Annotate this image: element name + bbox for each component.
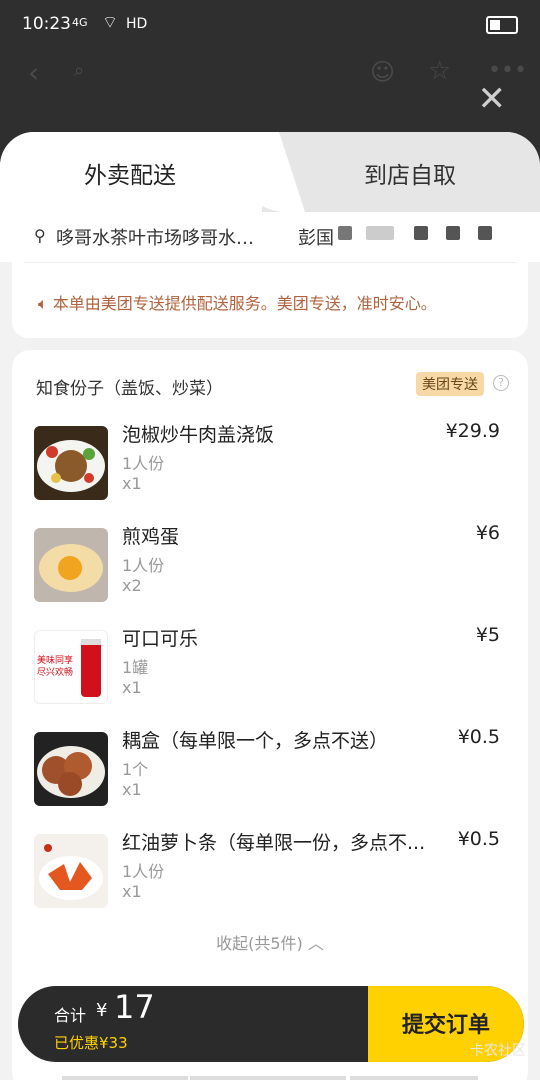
network-label: HD [126,16,148,32]
redacted-mark [366,226,394,240]
close-icon[interactable]: ✕ [478,82,507,116]
item-qty: 1人份 [122,862,165,881]
watermark: 卡农社区 [470,1043,526,1059]
list-item: 美味同享 尽兴欢畅 可口可乐 1罐 x1 ¥5 [34,624,514,720]
nav-indicator [350,1076,478,1080]
recipient-name: 彭国 [298,228,334,249]
item-price: ¥6 [475,522,500,544]
list-item: 煎鸡蛋 1人份 x2 ¥6 [34,522,514,618]
chevron-up-icon: ︿ [307,934,324,953]
redacted-mark [478,226,492,240]
notice-label: 本单由美团专送提供配送服务。美团专送，准时安心。 [52,294,437,313]
help-icon[interactable]: ? [493,375,509,391]
tabs: 外卖配送 到店自取 [0,132,540,212]
checkout-bar: 合计 ¥ 17 已优惠¥33 提交订单 [18,986,524,1062]
nav-indicator [190,1076,346,1080]
food-image [34,732,108,806]
address-row[interactable]: ⚲ 哆哥水茶叶市场哆哥水… 彭国 [0,212,540,262]
star-icon[interactable]: ☆ [428,56,451,86]
item-name: 红油萝卜条（每单限一份，多点不... [122,832,426,854]
list-item: 耦盒（每单限一个，多点不送） 1个 x1 ¥0.5 [34,726,514,822]
battery-icon [486,16,518,34]
signal-icon: 4G [72,16,88,29]
item-qty: 1罐 [122,658,149,677]
item-qty: 1人份 [122,454,165,473]
status-bar: 10:23 4G ⌔ HD [0,0,540,52]
total-value: 17 [114,988,155,1026]
wifi-icon: ⌔ [102,13,118,33]
list-item: 红油萝卜条（每单限一份，多点不... 1人份 x1 ¥0.5 [34,828,514,924]
item-count: x1 [122,474,142,493]
speaker-icon: 🔈︎ [38,294,53,313]
item-price: ¥0.5 [457,828,500,850]
item-price: ¥0.5 [457,726,500,748]
item-count: x2 [122,576,142,595]
search-icon[interactable]: ⌕ [74,60,84,81]
item-name: 可口可乐 [122,628,199,650]
collapse-toggle[interactable]: 收起(共5件) ︿ [12,930,528,954]
discount-text: 已优惠¥33 [54,1034,128,1052]
redacted-mark [338,226,352,240]
item-qty: 1个 [122,760,149,779]
item-qty: 1人份 [122,556,165,575]
food-image [34,528,108,602]
back-arrow-icon[interactable]: ‹ [28,56,39,89]
chat-icon[interactable]: ☺ [370,58,395,86]
address-text: 哆哥水茶叶市场哆哥水… [56,228,254,249]
tab-pickup[interactable]: 到店自取 [280,156,540,190]
location-pin-icon: ⚲ [34,226,46,245]
redacted-mark [414,226,428,240]
status-time: 10:23 [22,14,71,34]
list-item: 泡椒炒牛肉盖浇饭 1人份 x1 ¥29.9 [34,420,514,516]
item-count: x1 [122,678,142,697]
food-image [34,426,108,500]
order-card: 知食份子（盖饭、炒菜） 美团专送 ? 泡椒炒牛肉盖浇饭 1人份 x1 ¥29.9 [12,350,528,1080]
item-price: ¥5 [475,624,500,646]
divider [24,262,516,263]
tab-delivery[interactable]: 外卖配送 [0,156,260,190]
collapse-label: 收起(共5件) [216,934,303,953]
food-image [34,834,108,908]
item-name: 煎鸡蛋 [122,526,180,548]
shop-name: 知食份子（盖饭、炒菜） [36,379,223,399]
item-name: 泡椒炒牛肉盖浇饭 [122,424,275,446]
item-price: ¥29.9 [445,420,500,442]
order-sheet: 外卖配送 到店自取 ⚲ 哆哥水茶叶市场哆哥水… 彭国 🔈︎ 本单由美团专送提供配… [0,132,540,1080]
redacted-mark [446,226,460,240]
currency-symbol: ¥ [96,1000,108,1021]
item-count: x1 [122,882,142,901]
food-image: 美味同享 尽兴欢畅 [34,630,108,704]
notice-text: 🔈︎ 本单由美团专送提供配送服务。美团专送，准时安心。 [38,290,437,314]
item-count: x1 [122,780,142,799]
total-label: 合计 [54,1006,87,1025]
dimmed-app-header: ‹ ⌕ ☺ ☆ ••• [0,52,540,98]
notice-card: 🔈︎ 本单由美团专送提供配送服务。美团专送，准时安心。 [12,262,528,338]
delivery-badge: 美团专送 [416,372,484,396]
nav-indicator [62,1076,188,1080]
item-name: 耦盒（每单限一个，多点不送） [122,730,389,752]
